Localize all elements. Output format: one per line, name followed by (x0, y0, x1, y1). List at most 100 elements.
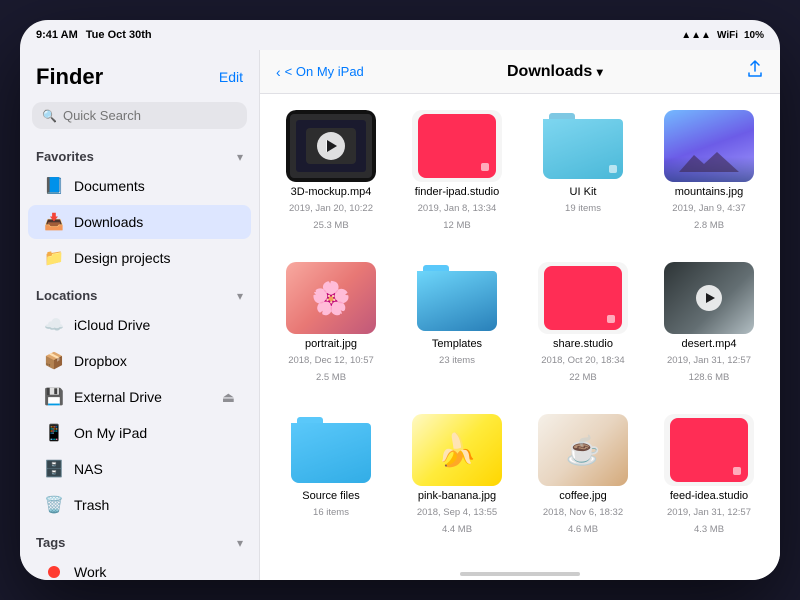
file-item-portrait[interactable]: 🌸 portrait.jpg 2018, Dec 12, 10:57 2.5 M… (276, 262, 386, 398)
tags-section-header: Tags ▾ (20, 523, 259, 554)
signal-icon: ▲▲▲ (681, 30, 711, 41)
file-item-source[interactable]: Source files 16 items (276, 414, 386, 550)
sidebar-item-nas[interactable]: 🗄️ NAS (28, 452, 251, 486)
status-bar-left: 9:41 AM Tue Oct 30th (36, 29, 152, 41)
toolbar: ‹ < On My iPad Downloads ▾ (260, 50, 780, 94)
work-tag-icon (44, 562, 64, 580)
back-button[interactable]: ‹ < On My iPad (276, 64, 364, 80)
file-item-finder-studio[interactable]: finder-ipad.studio 2019, Jan 8, 13:34 12… (402, 110, 512, 246)
file-name: coffee.jpg (559, 490, 607, 503)
back-label: < On My iPad (285, 64, 364, 79)
locations-label: Locations (36, 288, 97, 303)
tags-chevron[interactable]: ▾ (237, 536, 243, 550)
file-thumb-mockup (286, 110, 376, 182)
file-thumb-source (286, 414, 376, 486)
app-container: Finder Edit 🔍 Favorites ▾ 📘 Documents 📥 … (20, 50, 780, 580)
dropbox-icon: 📦 (44, 351, 64, 371)
sidebar-item-label: On My iPad (74, 425, 147, 441)
file-thumb-banana: 🍌 (412, 414, 502, 486)
locations-section-header: Locations ▾ (20, 276, 259, 307)
status-bar: 9:41 AM Tue Oct 30th ▲▲▲ WiFi 10% (20, 20, 780, 50)
file-name: 3D-mockup.mp4 (291, 186, 372, 199)
file-size: 4.3 MB (694, 524, 724, 536)
ipad-icon: 📱 (44, 423, 64, 443)
file-item-mockup-video[interactable]: 3D-mockup.mp4 2019, Jan 20, 10:22 25.3 M… (276, 110, 386, 246)
file-meta: 2019, Jan 9, 4:37 (672, 203, 745, 215)
tags-label: Tags (36, 535, 65, 550)
sidebar-item-work[interactable]: Work (28, 555, 251, 580)
file-item-desert-video[interactable]: desert.mp4 2019, Jan 31, 12:57 128.6 MB (654, 262, 764, 398)
device-frame: 9:41 AM Tue Oct 30th ▲▲▲ WiFi 10% Finder… (20, 20, 780, 580)
file-size: 2.8 MB (694, 220, 724, 232)
file-thumb-portrait: 🌸 (286, 262, 376, 334)
sidebar-item-documents[interactable]: 📘 Documents (28, 169, 251, 203)
file-name: finder-ipad.studio (415, 186, 499, 199)
file-name: share.studio (553, 338, 613, 351)
file-meta: 2018, Dec 12, 10:57 (288, 355, 374, 367)
file-meta: 2019, Jan 8, 13:34 (418, 203, 497, 215)
file-meta: 2018, Oct 20, 18:34 (541, 355, 624, 367)
sidebar-item-downloads[interactable]: 📥 Downloads (28, 205, 251, 239)
favorites-chevron[interactable]: ▾ (237, 150, 243, 164)
file-thumb-feed (664, 414, 754, 486)
design-icon: 📁 (44, 248, 64, 268)
file-item-templates[interactable]: Templates 23 items (402, 262, 512, 398)
finder-title: Finder (36, 64, 103, 90)
sidebar-item-label: iCloud Drive (74, 317, 150, 333)
icloud-icon: ☁️ (44, 315, 64, 335)
file-meta: 2019, Jan 31, 12:57 (667, 355, 751, 367)
file-meta: 2018, Nov 6, 18:32 (543, 507, 623, 519)
sidebar-item-ipad[interactable]: 📱 On My iPad (28, 416, 251, 450)
file-name: UI Kit (570, 186, 597, 199)
file-size: 4.4 MB (442, 524, 472, 536)
file-size: 2.5 MB (316, 372, 346, 384)
toolbar-title: Downloads ▾ (372, 63, 738, 81)
file-item-mountains[interactable]: mountains.jpg 2019, Jan 9, 4:37 2.8 MB (654, 110, 764, 246)
file-item-coffee[interactable]: ☕ coffee.jpg 2018, Nov 6, 18:32 4.6 MB (528, 414, 638, 550)
desert-play-icon (696, 285, 722, 311)
file-name: Source files (302, 490, 359, 503)
sidebar-item-label: Documents (74, 178, 145, 194)
sidebar-item-label: Dropbox (74, 353, 127, 369)
file-meta: 2019, Jan 31, 12:57 (667, 507, 751, 519)
file-name: feed-idea.studio (670, 490, 748, 503)
play-button-overlay (317, 132, 345, 160)
file-meta: 2019, Jan 20, 10:22 (289, 203, 373, 215)
file-meta: 23 items (439, 355, 475, 367)
file-thumb-desert (664, 262, 754, 334)
search-icon: 🔍 (42, 109, 57, 123)
file-item-banana[interactable]: 🍌 pink-banana.jpg 2018, Sep 4, 13:55 4.4… (402, 414, 512, 550)
trash-icon: 🗑️ (44, 495, 64, 515)
file-name: pink-banana.jpg (418, 490, 496, 503)
sidebar-item-external[interactable]: 💾 External Drive ⏏ (28, 380, 251, 414)
file-name: mountains.jpg (675, 186, 744, 199)
file-item-uikit[interactable]: UI Kit 19 items (528, 110, 638, 246)
eject-icon[interactable]: ⏏ (222, 389, 235, 406)
search-input[interactable] (63, 108, 237, 123)
sidebar-item-label: Trash (74, 497, 109, 513)
locations-chevron[interactable]: ▾ (237, 289, 243, 303)
file-thumb-uikit (538, 110, 628, 182)
file-meta: 19 items (565, 203, 601, 215)
sidebar-item-dropbox[interactable]: 📦 Dropbox (28, 344, 251, 378)
file-size: 25.3 MB (313, 220, 348, 232)
battery-icon: 10% (744, 30, 764, 41)
file-name: portrait.jpg (305, 338, 357, 351)
file-thumb-share (538, 262, 628, 334)
search-bar[interactable]: 🔍 (32, 102, 247, 129)
file-item-share-studio[interactable]: share.studio 2018, Oct 20, 18:34 22 MB (528, 262, 638, 398)
status-bar-right: ▲▲▲ WiFi 10% (681, 30, 764, 41)
file-thumb-coffee: ☕ (538, 414, 628, 486)
wifi-icon: WiFi (717, 30, 738, 41)
status-date: Tue Oct 30th (86, 29, 152, 41)
sidebar-item-icloud[interactable]: ☁️ iCloud Drive (28, 308, 251, 342)
share-button[interactable] (746, 60, 764, 83)
edit-button[interactable]: Edit (219, 69, 243, 85)
sidebar-item-label: Downloads (74, 214, 143, 230)
sidebar-item-trash[interactable]: 🗑️ Trash (28, 488, 251, 522)
file-item-feed[interactable]: feed-idea.studio 2019, Jan 31, 12:57 4.3… (654, 414, 764, 550)
downloads-icon: 📥 (44, 212, 64, 232)
sidebar-item-design[interactable]: 📁 Design projects (28, 241, 251, 275)
sidebar-item-label: Design projects (74, 250, 171, 266)
file-meta: 16 items (313, 507, 349, 519)
